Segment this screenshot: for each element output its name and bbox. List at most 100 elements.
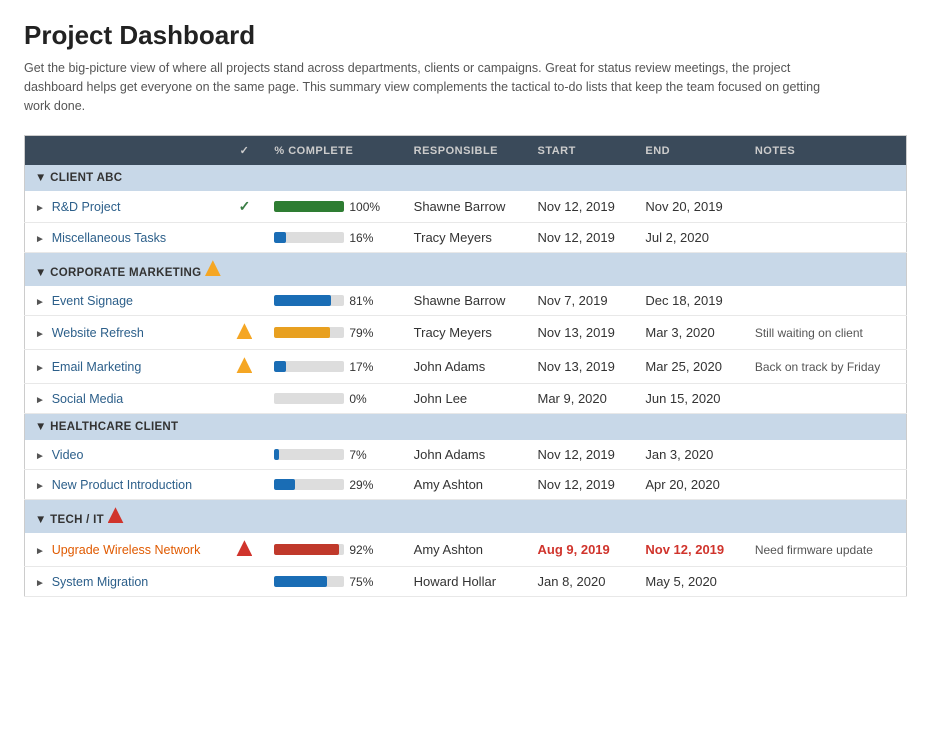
group-name: ▼ CLIENT ABC bbox=[35, 172, 122, 184]
start-date-cell: Nov 12, 2019 bbox=[528, 470, 636, 500]
group-row: ▼ TECH / IT bbox=[25, 500, 907, 534]
start-date-cell: Nov 13, 2019 bbox=[528, 316, 636, 350]
start-date-cell: Nov 12, 2019 bbox=[528, 440, 636, 470]
table-row: ► R&D Project ✓ 100% Shawne BarrowNov 12, 2… bbox=[25, 191, 907, 223]
notes-cell: Need firmware update bbox=[745, 533, 907, 567]
responsible-cell: Shawne Barrow bbox=[404, 191, 528, 223]
error-icon bbox=[236, 540, 252, 556]
error-icon bbox=[108, 507, 124, 523]
col-name bbox=[25, 136, 225, 166]
responsible-cell: Amy Ashton bbox=[404, 533, 528, 567]
table-row: ► Upgrade Wireless Network 92% Amy AshtonA… bbox=[25, 533, 907, 567]
project-name: Video bbox=[52, 448, 84, 462]
responsible-cell: John Lee bbox=[404, 384, 528, 414]
progress-bar-fill bbox=[274, 449, 279, 460]
project-name: Email Marketing bbox=[52, 360, 142, 374]
expand-arrow-icon[interactable]: ► bbox=[35, 451, 48, 462]
expand-arrow-icon[interactable]: ► bbox=[35, 578, 48, 589]
end-date-cell: May 5, 2020 bbox=[635, 567, 744, 597]
group-name: ▼ HEALTHCARE CLIENT bbox=[35, 421, 178, 433]
end-date-cell: Jun 15, 2020 bbox=[635, 384, 744, 414]
responsible-cell: Howard Hollar bbox=[404, 567, 528, 597]
checkmark-icon: ✓ bbox=[239, 198, 251, 214]
percent-label: 92% bbox=[349, 543, 379, 557]
progress-bar-background bbox=[274, 201, 344, 212]
expand-arrow-icon[interactable]: ► bbox=[35, 546, 48, 557]
group-row: ▼ HEALTHCARE CLIENT bbox=[25, 414, 907, 441]
progress-bar-background bbox=[274, 393, 344, 404]
page-title: Project Dashboard bbox=[24, 20, 907, 51]
col-end: END bbox=[635, 136, 744, 166]
percent-label: 17% bbox=[349, 360, 379, 374]
progress-bar-fill bbox=[274, 327, 329, 338]
table-row: ► Social Media0%John LeeMar 9, 2020Jun 1… bbox=[25, 384, 907, 414]
notes-cell bbox=[745, 384, 907, 414]
table-row: ► Website Refresh79%Tracy MeyersNov 13, … bbox=[25, 316, 907, 350]
progress-bar-fill bbox=[274, 201, 344, 212]
notes-cell: Still waiting on client bbox=[745, 316, 907, 350]
table-row: ► System Migration75%Howard HollarJan 8,… bbox=[25, 567, 907, 597]
project-name: New Product Introduction bbox=[52, 478, 192, 492]
expand-arrow-icon[interactable]: ► bbox=[35, 363, 48, 374]
table-row: ► Event Signage81%Shawne BarrowNov 7, 20… bbox=[25, 286, 907, 316]
end-date-cell: Jul 2, 2020 bbox=[635, 223, 744, 253]
expand-arrow-icon[interactable]: ► bbox=[35, 395, 48, 406]
project-name: R&D Project bbox=[52, 200, 121, 214]
col-start: START bbox=[528, 136, 636, 166]
responsible-cell: Amy Ashton bbox=[404, 470, 528, 500]
percent-label: 29% bbox=[349, 478, 379, 492]
progress-bar-background bbox=[274, 327, 344, 338]
warning-icon bbox=[205, 260, 221, 276]
table-row: ► Miscellaneous Tasks16%Tracy MeyersNov … bbox=[25, 223, 907, 253]
start-date-cell: Nov 13, 2019 bbox=[528, 350, 636, 384]
progress-bar-fill bbox=[274, 361, 286, 372]
responsible-cell: Tracy Meyers bbox=[404, 316, 528, 350]
col-pct: % COMPLETE bbox=[264, 136, 403, 166]
responsible-cell: Tracy Meyers bbox=[404, 223, 528, 253]
project-name: Upgrade Wireless Network bbox=[52, 543, 201, 557]
project-name: System Migration bbox=[52, 575, 149, 589]
expand-arrow-icon[interactable]: ► bbox=[35, 234, 48, 245]
project-table: ✓ % COMPLETE RESPONSIBLE START END NOTES… bbox=[24, 135, 907, 597]
project-name: Social Media bbox=[52, 392, 124, 406]
percent-label: 75% bbox=[349, 575, 379, 589]
group-row: ▼ CLIENT ABC bbox=[25, 165, 907, 191]
end-date-cell: Mar 3, 2020 bbox=[635, 316, 744, 350]
end-date-cell: Nov 12, 2019 bbox=[635, 533, 744, 567]
start-date-cell: Aug 9, 2019 bbox=[528, 533, 636, 567]
warning-icon bbox=[236, 357, 252, 373]
col-notes: NOTES bbox=[745, 136, 907, 166]
percent-label: 100% bbox=[349, 200, 380, 214]
col-responsible: RESPONSIBLE bbox=[404, 136, 528, 166]
progress-bar-background bbox=[274, 232, 344, 243]
end-date-cell: Apr 20, 2020 bbox=[635, 470, 744, 500]
expand-arrow-icon[interactable]: ► bbox=[35, 297, 48, 308]
start-date-cell: Nov 12, 2019 bbox=[528, 191, 636, 223]
progress-bar-background bbox=[274, 479, 344, 490]
progress-bar-fill bbox=[274, 232, 285, 243]
progress-bar-background bbox=[274, 295, 344, 306]
notes-cell bbox=[745, 286, 907, 316]
col-check: ✓ bbox=[225, 136, 265, 166]
percent-label: 79% bbox=[349, 326, 379, 340]
expand-arrow-icon[interactable]: ► bbox=[35, 481, 48, 492]
table-header-row: ✓ % COMPLETE RESPONSIBLE START END NOTES bbox=[25, 136, 907, 166]
table-row: ► Email Marketing 17% John AdamsNov 13, 20… bbox=[25, 350, 907, 384]
notes-cell bbox=[745, 191, 907, 223]
progress-bar-background bbox=[274, 544, 344, 555]
warning-icon bbox=[236, 323, 252, 339]
progress-bar-fill bbox=[274, 479, 294, 490]
percent-label: 81% bbox=[349, 294, 379, 308]
end-date-cell: Dec 18, 2019 bbox=[635, 286, 744, 316]
group-name: ▼ CORPORATE MARKETING bbox=[35, 267, 201, 279]
responsible-cell: John Adams bbox=[404, 350, 528, 384]
expand-arrow-icon[interactable]: ► bbox=[35, 203, 48, 214]
end-date-cell: Mar 25, 2020 bbox=[635, 350, 744, 384]
project-name: Miscellaneous Tasks bbox=[52, 231, 166, 245]
table-row: ► New Product Introduction 29% Amy AshtonN… bbox=[25, 470, 907, 500]
project-name: Event Signage bbox=[52, 294, 133, 308]
progress-bar-fill bbox=[274, 544, 338, 555]
responsible-cell: John Adams bbox=[404, 440, 528, 470]
notes-cell bbox=[745, 470, 907, 500]
expand-arrow-icon[interactable]: ► bbox=[35, 329, 48, 340]
